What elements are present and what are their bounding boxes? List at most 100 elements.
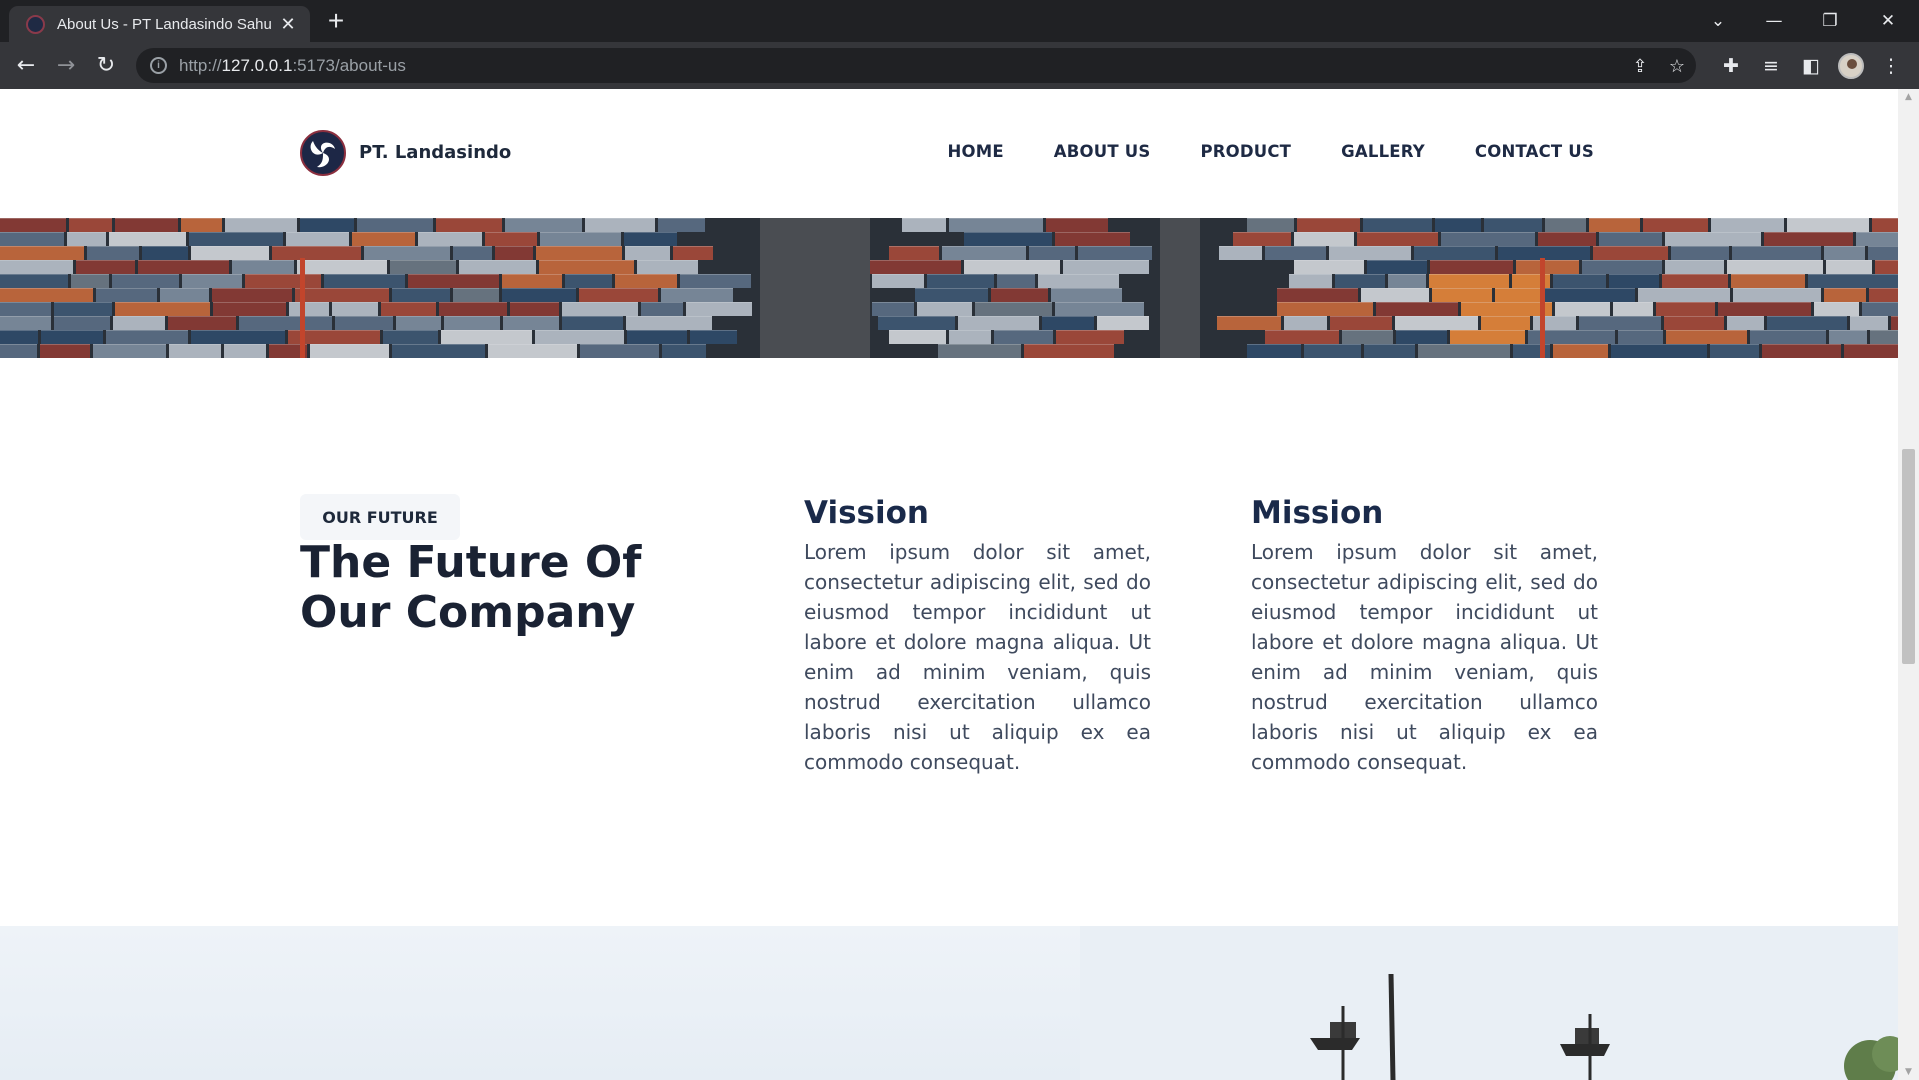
hero-container-block [878,316,955,330]
new-tab-button[interactable]: + [322,7,350,36]
main-menu: HOME ABOUT US PRODUCT GALLERY CONTACT US [947,142,1594,161]
nav-contact-us[interactable]: CONTACT US [1475,142,1594,161]
hero-container-block [1727,260,1823,274]
hero-container-block [661,288,733,302]
hero-container-block [392,288,450,302]
hero-container-block [1868,246,1898,260]
tab-search-icon[interactable]: ⌄ [1690,0,1746,42]
hero-container-block [1078,246,1152,260]
hero-container-block [112,274,179,288]
hero-container-block [488,344,577,358]
restore-button[interactable]: ❐ [1802,0,1858,42]
hero-container-block [239,316,332,330]
hero-container-block [539,260,634,274]
hero-container-block [459,260,536,274]
hero-container-block [1233,232,1291,246]
hero-container-block [1329,246,1411,260]
nav-gallery[interactable]: GALLERY [1341,142,1425,161]
hero-container-block [1055,302,1144,316]
hero-container-block [109,232,186,246]
page-scrollbar[interactable]: ▲ ▼ [1898,89,1919,1080]
hero-container-block [686,302,752,316]
hero-container-block [295,288,389,302]
share-icon[interactable]: ⇪ [1629,55,1651,77]
hero-container-block [1055,232,1130,246]
hero-container-block [872,274,924,288]
browser-menu-icon[interactable]: ⋮ [1878,53,1904,79]
company-logo-icon[interactable] [300,130,346,176]
hero-container-block [870,260,961,274]
address-bar[interactable]: i http://127.0.0.1:5173/about-us ⇪ ☆ [136,48,1696,83]
scroll-up-icon[interactable]: ▲ [1898,89,1919,105]
hero-container-block [1787,218,1869,232]
nav-about-us[interactable]: ABOUT US [1054,142,1151,161]
hero-container-block [1750,330,1826,344]
close-window-button[interactable]: ✕ [1860,0,1916,42]
hero-road [1160,218,1200,358]
hero-container-block [1856,232,1898,246]
back-icon[interactable]: ← [10,49,42,81]
hero-container-block [927,274,994,288]
hero-container-block [1484,218,1542,232]
hero-container-block [1330,316,1392,330]
hero-container-block [562,302,638,316]
hero-container-block [1553,344,1608,358]
hero-container-block [562,316,623,330]
brand-name[interactable]: PT. Landasindo [359,142,511,163]
minimize-button[interactable]: — [1746,0,1802,42]
hero-container-block [1265,330,1339,344]
media-controls-icon[interactable]: ≡ [1758,53,1784,79]
extensions-icon[interactable]: ✚ [1718,53,1744,79]
hero-container-block [662,344,706,358]
hero-container-block [0,330,38,344]
hero-container-block [352,232,415,246]
hero-container-block [615,274,677,288]
hero-container-block [495,246,533,260]
hero-container-block [1297,218,1360,232]
hero-container-block [1029,246,1075,260]
hero-container-block [889,330,946,344]
hero-container-block [441,330,532,344]
hero-container-block [1555,302,1610,316]
hero-container-block [364,246,450,260]
bookmark-star-icon[interactable]: ☆ [1666,55,1688,77]
forward-icon[interactable]: → [50,49,82,81]
hero-container-block [0,344,37,358]
hero-container-block [1450,330,1525,344]
hero-container-block [1638,288,1730,302]
browser-tab[interactable]: About Us - PT Landasindo Sahu P ✕ [9,6,310,42]
scroll-down-icon[interactable]: ▼ [1898,1064,1919,1080]
hero-container-block [1824,288,1866,302]
hero-container-block [1046,218,1108,232]
hero-container-block [585,218,655,232]
hero-container-block [1388,274,1426,288]
nav-product[interactable]: PRODUCT [1200,142,1291,161]
hero-container-block [224,344,266,358]
hero-container-block [625,246,670,260]
hero-container-block [418,232,482,246]
profile-avatar[interactable] [1838,53,1864,79]
browser-toolbar: ← → ↻ i http://127.0.0.1:5173/about-us ⇪… [0,42,1919,89]
hero-container-block [1665,232,1761,246]
hero-road [760,218,870,358]
hero-container-block [96,288,157,302]
close-tab-icon[interactable]: ✕ [278,14,298,35]
side-panel-icon[interactable]: ◧ [1798,53,1824,79]
hero-container-block [637,260,698,274]
hero-container-block [1038,274,1119,288]
scrollbar-thumb[interactable] [1902,449,1915,664]
reload-icon[interactable]: ↻ [90,49,122,81]
hero-container-block [0,302,51,316]
hero-container-block [1844,344,1898,358]
hero-container-block [1732,246,1821,260]
site-info-icon[interactable]: i [150,57,167,74]
nav-home[interactable]: HOME [947,142,1003,161]
hero-container-block [142,246,188,260]
hero-container-block [502,288,576,302]
hero-container-block [994,330,1053,344]
hero-container-block [1718,302,1811,316]
hero-container-block [69,218,112,232]
hero-container-block [1247,218,1294,232]
hero-container-block [915,288,988,302]
hero-container-block [1376,302,1458,316]
